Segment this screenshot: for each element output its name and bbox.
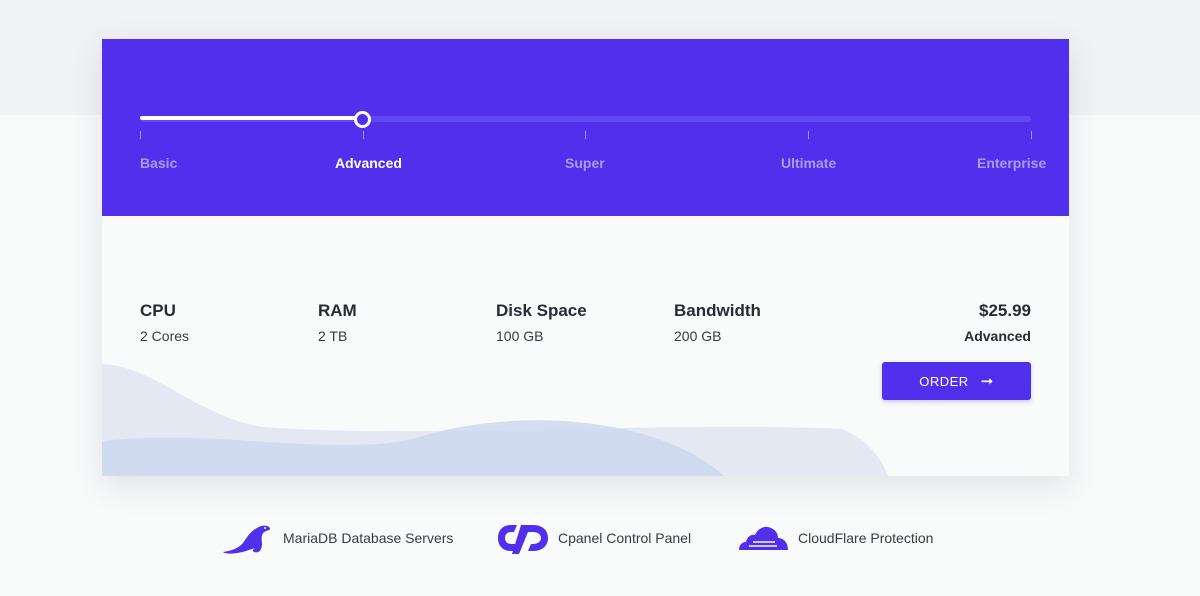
tier-basic[interactable]: Basic bbox=[140, 155, 177, 171]
tier-ultimate[interactable]: Ultimate bbox=[781, 155, 836, 171]
mariadb-seal-icon bbox=[223, 525, 271, 554]
spec-ram: RAM 2 TB bbox=[318, 301, 357, 344]
spec-bandwidth-label: Bandwidth bbox=[674, 301, 761, 320]
spec-disk-value: 100 GB bbox=[496, 328, 544, 344]
feature-mariadb-label: MariaDB Database Servers bbox=[283, 530, 454, 546]
pricing-card: Basic Advanced Super Ultimate Enterprise… bbox=[102, 39, 1069, 476]
spec-ram-value: 2 TB bbox=[318, 328, 348, 344]
feature-cloudflare-label: CloudFlare Protection bbox=[798, 530, 934, 546]
order-button-label: ORDER bbox=[919, 373, 969, 389]
spec-disk: Disk Space 100 GB bbox=[496, 301, 587, 344]
spec-cpu-label: CPU bbox=[140, 301, 176, 320]
price-block: $25.99 Advanced bbox=[964, 301, 1031, 344]
slider-tick-super bbox=[585, 131, 586, 139]
spec-cpu-value: 2 Cores bbox=[140, 328, 190, 344]
feature-cpanel-label: Cpanel Control Panel bbox=[558, 530, 692, 546]
slider-tick-ultimate bbox=[808, 131, 809, 139]
tier-advanced[interactable]: Advanced bbox=[335, 155, 402, 171]
slider-tick-advanced bbox=[363, 131, 364, 139]
cpanel-icon bbox=[498, 525, 548, 554]
slider-handle[interactable] bbox=[354, 111, 371, 128]
order-button[interactable]: ORDER ➞ bbox=[882, 362, 1031, 400]
plan-price: $25.99 bbox=[979, 301, 1031, 320]
slider-tick-enterprise bbox=[1031, 131, 1032, 139]
spec-ram-label: RAM bbox=[318, 301, 357, 320]
spec-cpu: CPU 2 Cores bbox=[140, 301, 189, 344]
slider-fill bbox=[140, 116, 363, 120]
feature-cpanel: Cpanel Control Panel bbox=[497, 518, 691, 558]
arrow-right-icon: ➞ bbox=[980, 372, 994, 390]
tier-super[interactable]: Super bbox=[565, 155, 605, 171]
spec-bandwidth: Bandwidth 200 GB bbox=[674, 301, 761, 344]
spec-disk-label: Disk Space bbox=[496, 301, 587, 320]
plan-name: Advanced bbox=[964, 328, 1031, 344]
slider-tick-basic bbox=[140, 131, 141, 139]
tier-enterprise[interactable]: Enterprise bbox=[977, 155, 1046, 171]
feature-cloudflare: CloudFlare Protection bbox=[737, 518, 933, 558]
feature-list: MariaDB Database Servers Cpanel Control … bbox=[0, 518, 1200, 558]
cloudflare-cloud-icon bbox=[739, 526, 788, 550]
plan-slider-header: Basic Advanced Super Ultimate Enterprise bbox=[102, 39, 1069, 216]
spec-bandwidth-value: 200 GB bbox=[674, 328, 722, 344]
feature-mariadb: MariaDB Database Servers bbox=[221, 518, 453, 558]
